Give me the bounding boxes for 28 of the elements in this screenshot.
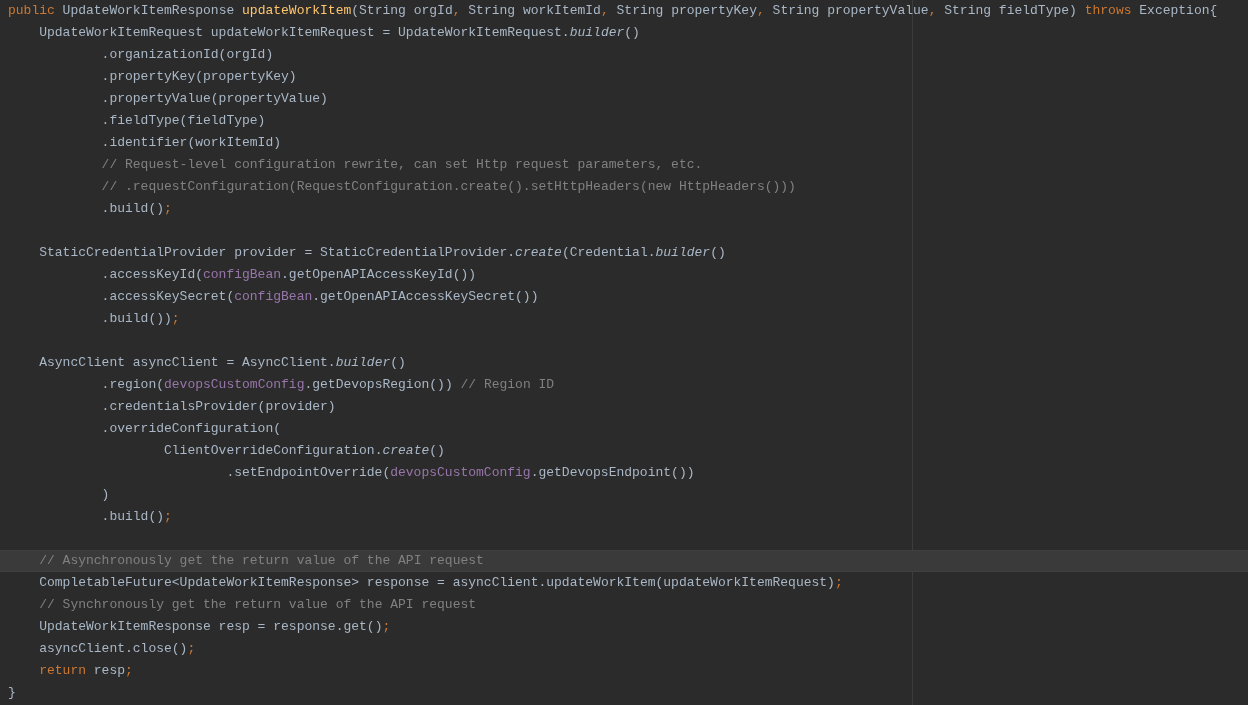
code-line: StaticCredentialProvider provider = StaticCredentialProvider.create(Credential.builder(): [38, 244, 727, 262]
code-line: .propertyValue(propertyValue): [100, 90, 329, 108]
code-line: public UpdateWorkItemResponse updateWorkItem(String orgId, String workItemId, String propertyKey, String propertyValue, String fieldType) throws Exception{: [7, 2, 1219, 20]
code-line: .build();: [100, 508, 173, 526]
code-line: .propertyKey(propertyKey): [100, 68, 298, 86]
code-line: .fieldType(fieldType): [100, 112, 267, 130]
code-line: .build();: [100, 200, 173, 218]
code-line: // .requestConfiguration(RequestConfiguration.create().setHttpHeaders(new HttpHeaders())): [100, 178, 797, 196]
code-line: .setEndpointOverride(devopsCustomConfig.getDevopsEndpoint()): [225, 464, 696, 482]
code-line: }: [7, 684, 17, 702]
code-line: .build());: [100, 310, 181, 328]
code-line: .credentialsProvider(provider): [100, 398, 337, 416]
code-line: // Request-level configuration rewrite, can set Http request parameters, etc.: [100, 156, 704, 174]
code-line: .region(devopsCustomConfig.getDevopsRegion()) // Region ID: [100, 376, 556, 394]
code-line: AsyncClient asyncClient = AsyncClient.builder(): [38, 354, 407, 372]
code-line: UpdateWorkItemResponse resp = response.get();: [38, 618, 392, 636]
code-line: .accessKeyId(configBean.getOpenAPIAccessKeyId()): [100, 266, 478, 284]
code-line: // Synchronously get the return value of the API request: [38, 596, 478, 614]
code-line: .identifier(workItemId): [100, 134, 283, 152]
code-line: .organizationId(orgId): [100, 46, 275, 64]
code-line: return resp;: [38, 662, 134, 680]
code-line: asyncClient.close();: [38, 640, 197, 658]
code-line: UpdateWorkItemRequest updateWorkItemRequest = UpdateWorkItemRequest.builder(): [38, 24, 641, 42]
code-line: ): [100, 486, 111, 504]
code-line: ClientOverrideConfiguration.create(): [163, 442, 446, 460]
code-line: CompletableFuture<UpdateWorkItemResponse> response = asyncClient.updateWorkItem(updateWorkItemRequest);: [38, 574, 844, 592]
code-line: .overrideConfiguration(: [100, 420, 283, 438]
code-line: .accessKeySecret(configBean.getOpenAPIAccessKeySecret()): [100, 288, 540, 306]
